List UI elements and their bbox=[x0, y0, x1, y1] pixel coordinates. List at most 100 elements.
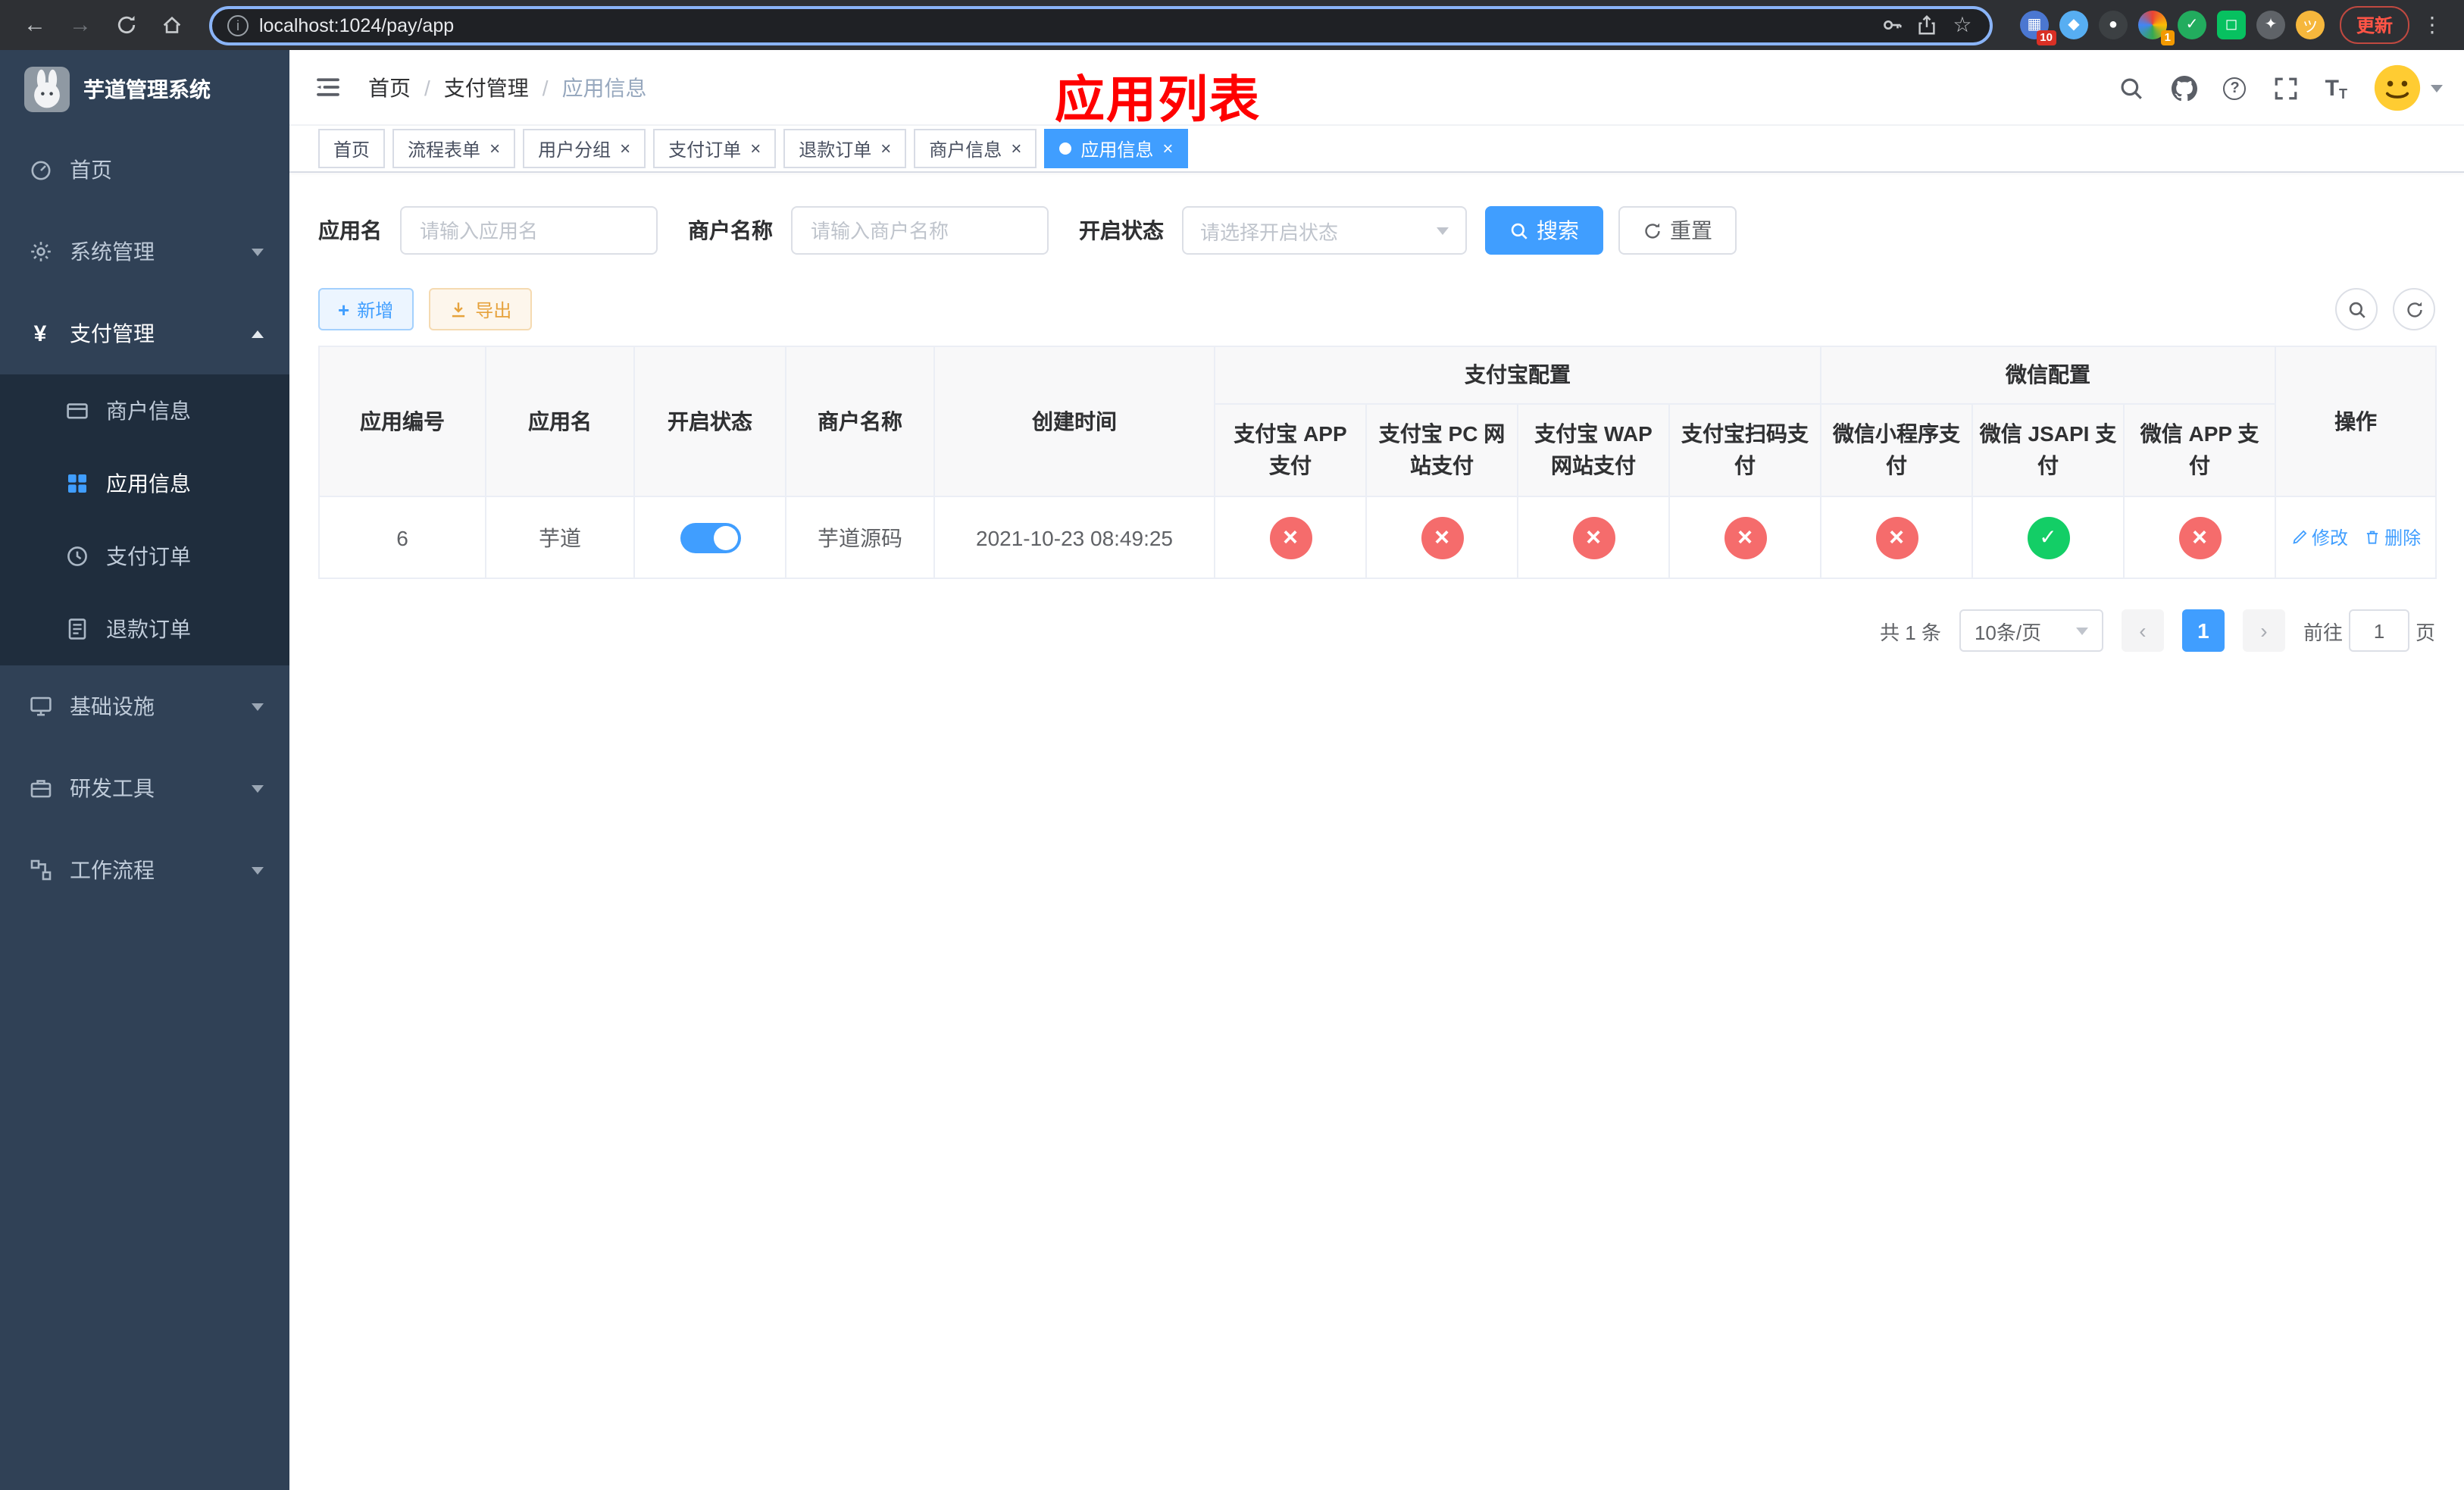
hide-search-button[interactable] bbox=[2335, 288, 2378, 330]
close-icon[interactable]: × bbox=[1162, 139, 1173, 158]
close-icon[interactable]: × bbox=[750, 139, 761, 158]
extension-icon[interactable]: ✓ bbox=[2177, 11, 2206, 39]
search-icon[interactable] bbox=[2118, 74, 2145, 102]
avatar[interactable] bbox=[2373, 64, 2422, 112]
sidebar-item-label: 系统管理 bbox=[70, 239, 155, 264]
sidebar-item-workflow[interactable]: 工作流程 bbox=[0, 829, 289, 911]
main-area: 首页 / 支付管理 / 应用信息 应用列表 ? TT 首页 流程表单 × 用户分… bbox=[289, 50, 2464, 1490]
table-row: 6 芋道 芋道源码 2021-10-23 08:49:25 × × × × × … bbox=[318, 496, 2437, 579]
user-menu[interactable] bbox=[2373, 64, 2443, 112]
table-toolbar: + 新增 导出 bbox=[318, 288, 2435, 330]
chrome-update-button[interactable]: 更新 bbox=[2339, 6, 2409, 44]
status-label: 开启状态 bbox=[1079, 218, 1164, 243]
sidebar-item-payment[interactable]: ¥ 支付管理 bbox=[0, 293, 289, 374]
column-header: 应用编号 bbox=[318, 346, 486, 497]
column-header: 商户名称 bbox=[785, 346, 935, 497]
status-toggle[interactable] bbox=[680, 522, 740, 552]
next-page-button[interactable]: › bbox=[2242, 609, 2285, 652]
app-header: 首页 / 支付管理 / 应用信息 应用列表 ? TT bbox=[289, 50, 2464, 127]
status-select[interactable]: 请选择开启状态 bbox=[1182, 206, 1467, 255]
site-info-icon[interactable]: i bbox=[227, 14, 249, 36]
prev-page-button[interactable]: ‹ bbox=[2121, 609, 2164, 652]
home-button[interactable] bbox=[152, 5, 191, 45]
app-table: 应用编号 应用名 开启状态 商户名称 创建时间 支付宝配置 微信配置 操作 支付… bbox=[318, 346, 2437, 579]
goto-page-input[interactable] bbox=[2348, 609, 2409, 652]
font-size-icon[interactable]: TT bbox=[2325, 75, 2347, 101]
extension-icon[interactable]: ◻ bbox=[2216, 11, 2246, 39]
extension-icon[interactable]: ✦ bbox=[2256, 11, 2285, 39]
column-header: 应用名 bbox=[485, 346, 635, 497]
hamburger-icon[interactable] bbox=[311, 70, 344, 104]
url-bar[interactable]: i localhost:1024/pay/app ☆ bbox=[209, 5, 1993, 45]
close-icon[interactable]: × bbox=[489, 139, 500, 158]
sidebar-item-dev-tools[interactable]: 研发工具 bbox=[0, 747, 289, 829]
delete-button[interactable]: 删除 bbox=[2363, 524, 2421, 550]
fullscreen-icon[interactable] bbox=[2272, 74, 2300, 102]
tab-app-info[interactable]: 应用信息 × bbox=[1044, 129, 1189, 168]
bookmark-star-icon[interactable]: ☆ bbox=[1950, 12, 1975, 37]
breadcrumb-separator: / bbox=[542, 75, 549, 99]
refresh-table-button[interactable] bbox=[2393, 288, 2435, 330]
extension-icon[interactable]: ツ bbox=[2295, 11, 2325, 39]
tab-refund-order[interactable]: 退款订单 × bbox=[783, 129, 907, 168]
close-icon[interactable]: × bbox=[620, 139, 630, 158]
close-icon[interactable]: × bbox=[880, 139, 891, 158]
active-tab-dot bbox=[1059, 142, 1072, 155]
chevron-down-icon bbox=[2431, 84, 2443, 92]
tab-merchant-info[interactable]: 商户信息 × bbox=[914, 129, 1037, 168]
column-header: 支付宝 PC 网站支付 bbox=[1365, 403, 1518, 497]
page-unit-label: 页 bbox=[2415, 621, 2435, 643]
alipay-qr-status-icon bbox=[1724, 516, 1766, 559]
column-header: 微信小程序支付 bbox=[1820, 403, 1973, 497]
extension-icon[interactable]: ◆ bbox=[2059, 11, 2088, 39]
column-header: 微信 APP 支付 bbox=[2122, 403, 2277, 497]
breadcrumb-home[interactable]: 首页 bbox=[368, 72, 411, 102]
url-text[interactable]: localhost:1024/pay/app bbox=[259, 14, 1870, 36]
sidebar-item-infrastructure[interactable]: 基础设施 bbox=[0, 665, 289, 747]
edit-button[interactable]: 修改 bbox=[2290, 524, 2348, 550]
sidebar-item-label: 退款订单 bbox=[106, 617, 191, 641]
page-title-overlay: 应用列表 bbox=[1055, 71, 1261, 127]
extension-icon[interactable]: 1 bbox=[2137, 11, 2175, 45]
chevron-down-icon bbox=[252, 703, 264, 710]
close-icon[interactable]: × bbox=[1011, 139, 1021, 158]
password-key-icon[interactable] bbox=[1881, 13, 1905, 37]
extension-icon[interactable]: ▦ 10 bbox=[2019, 11, 2056, 45]
cell-status bbox=[633, 496, 786, 579]
help-icon[interactable]: ? bbox=[2223, 77, 2247, 99]
extension-icon[interactable]: ● bbox=[2098, 11, 2128, 39]
search-icon bbox=[2348, 301, 2365, 318]
browser-menu-icon[interactable]: ⋮ bbox=[2416, 12, 2449, 38]
sidebar-item-system[interactable]: 系统管理 bbox=[0, 211, 289, 293]
tab-label: 用户分组 bbox=[538, 139, 611, 160]
merchant-name-input[interactable] bbox=[791, 206, 1049, 255]
breadcrumb: 首页 / 支付管理 / 应用信息 bbox=[368, 72, 647, 102]
search-button[interactable]: 搜索 bbox=[1485, 206, 1603, 255]
tab-user-group[interactable]: 用户分组 × bbox=[523, 129, 646, 168]
sidebar-item-home[interactable]: 首页 bbox=[0, 129, 289, 211]
tab-label: 首页 bbox=[333, 139, 371, 160]
app-name-label: 应用名 bbox=[318, 218, 382, 243]
sidebar-item-app-info[interactable]: 应用信息 bbox=[0, 447, 289, 520]
back-button[interactable]: ← bbox=[15, 5, 55, 45]
reset-button[interactable]: 重置 bbox=[1618, 206, 1737, 255]
export-button[interactable]: 导出 bbox=[428, 288, 532, 330]
reload-button[interactable] bbox=[106, 5, 145, 45]
sidebar-item-refund-order[interactable]: 退款订单 bbox=[0, 593, 289, 665]
tab-flow-form[interactable]: 流程表单 × bbox=[392, 129, 516, 168]
share-icon[interactable] bbox=[1915, 13, 1940, 37]
tab-pay-order[interactable]: 支付订单 × bbox=[653, 129, 777, 168]
delete-label: 删除 bbox=[2384, 527, 2422, 549]
page-size-select[interactable]: 10条/页 bbox=[1959, 609, 2103, 652]
chevron-down-icon bbox=[252, 784, 264, 792]
sidebar-item-merchant-info[interactable]: 商户信息 bbox=[0, 374, 289, 447]
edit-label: 修改 bbox=[2312, 527, 2349, 549]
tab-home[interactable]: 首页 bbox=[318, 129, 386, 168]
sidebar-item-pay-order[interactable]: 支付订单 bbox=[0, 520, 289, 593]
add-button[interactable]: + 新增 bbox=[318, 288, 414, 330]
github-icon[interactable] bbox=[2171, 74, 2198, 102]
page-number-button[interactable]: 1 bbox=[2181, 609, 2225, 652]
app-name-input[interactable] bbox=[400, 206, 658, 255]
breadcrumb-payment[interactable]: 支付管理 bbox=[444, 72, 529, 102]
forward-button[interactable]: → bbox=[61, 5, 100, 45]
